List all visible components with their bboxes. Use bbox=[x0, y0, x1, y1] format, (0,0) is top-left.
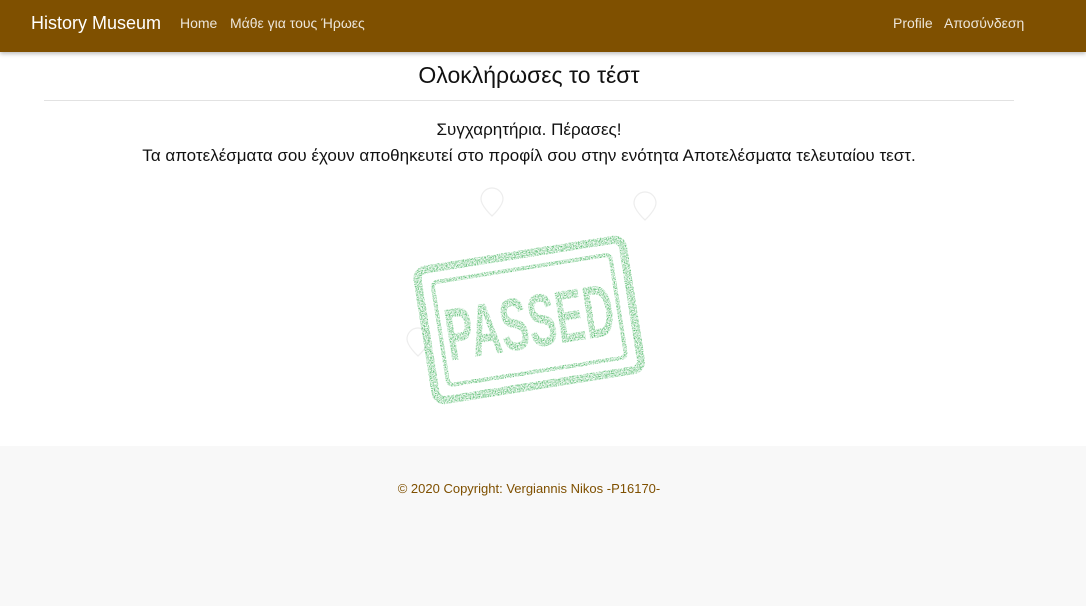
page-title: Ολοκλήρωσες το τέστ bbox=[418, 62, 640, 88]
footer-copyright: © 2020 Copyright: Vergiannis Nikos -P161… bbox=[397, 481, 661, 496]
nav-logout-link[interactable]: Αποσύνδεση bbox=[944, 15, 1024, 31]
stamp-mark: PASSED bbox=[413, 235, 645, 405]
nav-home-link[interactable]: Home bbox=[180, 15, 217, 31]
brand-link[interactable]: History Museum bbox=[31, 13, 161, 34]
results-saved-message: Τα αποτελέσματα σου έχουν αποθηκευτεί στ… bbox=[142, 146, 916, 165]
stamp-text: PASSED bbox=[439, 268, 620, 377]
passed-stamp-graphic: PASSED bbox=[406, 187, 657, 405]
nav-profile-link[interactable]: Profile bbox=[893, 15, 933, 31]
top-navbar: History Museum Home Μάθε για τους Ήρωες … bbox=[0, 0, 1086, 52]
nav-heroes-link[interactable]: Μάθε για τους Ήρωες bbox=[230, 15, 365, 31]
title-divider bbox=[44, 100, 1014, 101]
congrats-message: Συγχαρητήρια. Πέρασες! bbox=[436, 120, 622, 139]
page-footer: © 2020 Copyright: Vergiannis Nikos -P161… bbox=[0, 446, 1086, 606]
passed-stamp-image: PASSED bbox=[400, 178, 660, 440]
